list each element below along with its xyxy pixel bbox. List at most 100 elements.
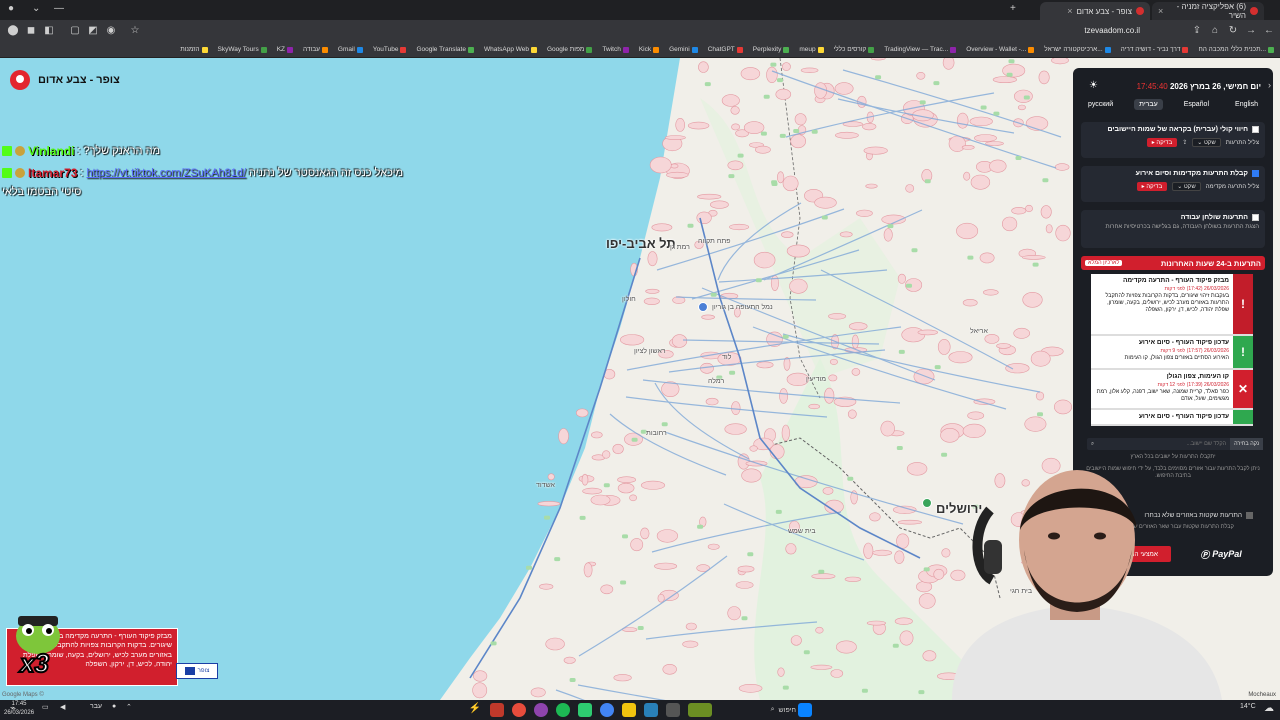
theme-toggle-icon[interactable]: ☀ bbox=[1089, 80, 1098, 91]
share-icon[interactable]: ⇪ bbox=[1190, 24, 1204, 38]
option-desktop: התרעות שולחן עבודה הצגת התרעות בשולחן הע… bbox=[1081, 210, 1265, 248]
lang-russian[interactable]: русский bbox=[1083, 99, 1118, 110]
history-item[interactable]: ! מבזק פיקוד העורף - התרעה מקדימה 26/03/… bbox=[1091, 274, 1253, 336]
extension-icon[interactable]: ▢ bbox=[68, 24, 82, 38]
city-search[interactable]: נקה בחירה ⌕ bbox=[1087, 438, 1263, 450]
bookmark-item[interactable]: Gemini bbox=[669, 46, 698, 53]
bookmark-item[interactable]: עבודה bbox=[303, 46, 328, 53]
history-item[interactable]: ! עדכון פיקוד העורף - סיום אירוע 26/03/2… bbox=[1091, 336, 1253, 370]
app-icon[interactable] bbox=[512, 703, 526, 717]
app-icon[interactable] bbox=[666, 703, 680, 717]
upload-icon[interactable]: ⇪ bbox=[1182, 139, 1187, 146]
history-item-title: קו העימות, צפון הגולן bbox=[1166, 373, 1229, 380]
alert-mini-badge: צופר bbox=[176, 663, 218, 679]
extension-icon[interactable]: ◉ bbox=[104, 24, 118, 38]
bookmark-item[interactable]: Google מפות bbox=[547, 46, 593, 53]
bookmark-item[interactable]: WhatsApp Web bbox=[484, 46, 537, 53]
test-button[interactable]: בדיקה ▸ bbox=[1136, 182, 1168, 191]
collapse-panel-icon[interactable]: › bbox=[1268, 80, 1271, 90]
bookmark-item[interactable]: דרך נביר - דושיה דריה bbox=[1121, 46, 1189, 53]
taskbar-clock[interactable]: 17:45 26/03/2026 bbox=[4, 700, 34, 718]
taskbar-search[interactable]: חיפוש ⌕ bbox=[752, 703, 796, 717]
tab-song[interactable]: (6) אפליקציה זמניה - השיר × bbox=[1152, 2, 1264, 20]
app-icon[interactable]: ⚡ bbox=[468, 703, 482, 717]
bookmark-item[interactable]: תכנית כללי המכבה הח... bbox=[1198, 46, 1274, 53]
sound-select[interactable]: שקט ⌄ bbox=[1192, 138, 1221, 147]
bookmark-item[interactable]: SkyWay Tours bbox=[218, 46, 267, 53]
history-item-date: 26/03/2026 (17:57) לפני 9 דקות bbox=[1160, 347, 1229, 354]
tab-tzevaadom[interactable]: צופר - צבע אדום × bbox=[1040, 2, 1150, 20]
desktop-checkbox[interactable] bbox=[1252, 214, 1259, 221]
preliminary-checkbox[interactable] bbox=[1252, 170, 1259, 177]
volume-icon[interactable]: ◀ bbox=[60, 703, 65, 711]
bookmark-item[interactable]: ChatGPT bbox=[708, 46, 743, 53]
tab-search-icon[interactable]: ⌄ bbox=[32, 3, 40, 14]
battery-icon[interactable]: ▭ bbox=[42, 703, 49, 711]
voice-checkbox[interactable] bbox=[1252, 126, 1259, 133]
bookmark-item[interactable]: meup bbox=[799, 46, 824, 53]
window-menu-icon[interactable]: ● bbox=[8, 3, 14, 14]
home-icon[interactable]: ⌂ bbox=[1208, 24, 1222, 38]
bookmark-label: SkyWay Tours bbox=[217, 46, 259, 53]
bookmark-item[interactable]: Gmail bbox=[338, 46, 363, 53]
app-icon[interactable] bbox=[688, 703, 712, 717]
history-item-title: מבזק פיקוד העורף - התרעה מקדימה bbox=[1122, 277, 1229, 284]
clock-time: 17:45 bbox=[11, 701, 27, 707]
bookmark-favicon-icon bbox=[1028, 46, 1035, 53]
windows-start-icon[interactable] bbox=[798, 703, 812, 717]
close-tab-icon[interactable]: × bbox=[1067, 6, 1072, 16]
extension-icon[interactable]: ◧ bbox=[42, 24, 56, 38]
bookmark-item[interactable]: TradingView — Trac... bbox=[884, 46, 957, 53]
lang-english[interactable]: English bbox=[1230, 99, 1263, 110]
bookmark-star-icon[interactable]: ☆ bbox=[128, 24, 142, 38]
extension-icon[interactable]: ◩ bbox=[86, 24, 100, 38]
chrome-icon[interactable] bbox=[600, 703, 614, 717]
lang-spanish[interactable]: Español bbox=[1179, 99, 1214, 110]
app-icon[interactable] bbox=[578, 703, 592, 717]
history-item-body: האירוע הסתיים באזורים צפון הגולן, קו העי… bbox=[1124, 354, 1229, 361]
silent-alerts-checkbox[interactable] bbox=[1246, 512, 1253, 519]
history-item[interactable]: ✕ קו העימות, צפון הגולן 26/03/2026 (17:3… bbox=[1091, 370, 1253, 410]
bookmark-item[interactable]: Perplexity bbox=[753, 46, 790, 53]
bookmark-item[interactable]: Twitch bbox=[602, 46, 629, 53]
bookmark-item[interactable]: הזמנות bbox=[180, 46, 208, 53]
app-icon[interactable] bbox=[534, 703, 548, 717]
bookmark-item[interactable]: YouTube bbox=[373, 46, 407, 53]
search-icon[interactable]: ⌕ bbox=[1087, 441, 1098, 448]
bookmark-item[interactable]: ארכיטקטורה ישראל... bbox=[1044, 46, 1111, 53]
bookmark-item[interactable]: קורסים כללי bbox=[834, 46, 875, 53]
app-icon[interactable] bbox=[490, 703, 504, 717]
reload-icon[interactable]: ↻ bbox=[1226, 24, 1240, 38]
bookmark-label: קורסים כללי bbox=[833, 46, 867, 53]
history-item[interactable]: עדכון פיקוד העורף - סיום אירוע bbox=[1091, 410, 1253, 426]
airport-icon[interactable] bbox=[698, 302, 708, 312]
close-tab-icon[interactable]: × bbox=[1158, 6, 1163, 16]
sound-select[interactable]: שקט ⌄ bbox=[1172, 182, 1201, 191]
archive-link[interactable]: לארכיון המלא bbox=[1085, 260, 1123, 266]
city-search-input[interactable] bbox=[1098, 441, 1231, 447]
spotify-icon[interactable] bbox=[556, 703, 570, 717]
weather-label[interactable]: 14°C bbox=[1240, 703, 1256, 710]
extension-icon[interactable]: ◼ bbox=[24, 24, 38, 38]
bookmark-item[interactable]: Google Translate bbox=[416, 46, 474, 53]
input-language[interactable]: עבר bbox=[90, 703, 102, 710]
profile-icon[interactable]: ⬤ bbox=[6, 24, 20, 38]
new-tab-icon[interactable]: + bbox=[1010, 3, 1016, 14]
tray-chevron-icon[interactable]: ⌃ bbox=[126, 703, 132, 711]
option-voice: חיווי קולי (עברית) בקראה של שמות היישובי… bbox=[1081, 122, 1265, 158]
minimize-icon[interactable]: — bbox=[54, 3, 64, 14]
address-bar[interactable]: tzevaadom.co.il bbox=[1084, 23, 1140, 39]
bookmark-item[interactable]: Kick bbox=[639, 46, 660, 53]
bookmark-item[interactable]: KZ bbox=[277, 46, 294, 53]
forward-icon[interactable]: → bbox=[1244, 24, 1258, 38]
clear-selection-button[interactable]: נקה בחירה bbox=[1230, 438, 1263, 450]
history-list[interactable]: ! מבזק פיקוד העורף - התרעה מקדימה 26/03/… bbox=[1091, 274, 1253, 426]
back-icon[interactable]: ← bbox=[1262, 24, 1276, 38]
bookmark-item[interactable]: Overview - Wallet -... bbox=[966, 46, 1035, 53]
chat-link[interactable]: https://vt.tiktok.com/ZSuKAh81d/ bbox=[86, 167, 246, 179]
test-button[interactable]: בדיקה ▸ bbox=[1146, 138, 1178, 147]
mic-icon[interactable]: ● bbox=[112, 703, 116, 710]
lang-hebrew[interactable]: עברית bbox=[1134, 99, 1163, 110]
file-explorer-icon[interactable] bbox=[622, 703, 636, 717]
app-icon[interactable] bbox=[644, 703, 658, 717]
